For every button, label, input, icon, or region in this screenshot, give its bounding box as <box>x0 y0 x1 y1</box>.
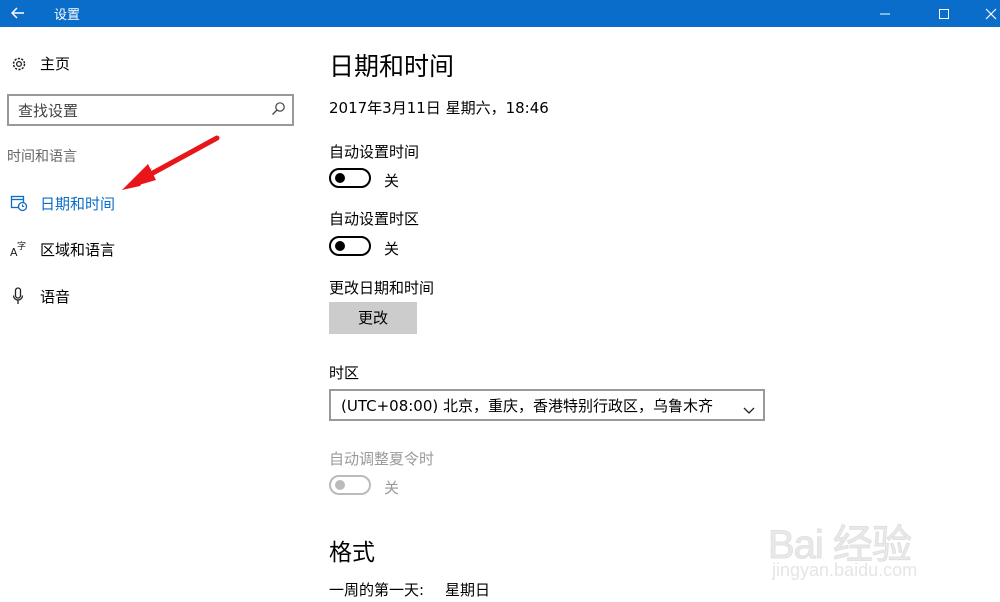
language-icon: A 字 <box>10 240 28 262</box>
sidebar-item-speech[interactable]: 语音 <box>0 276 300 316</box>
annotation-arrow-icon <box>122 135 220 190</box>
watermark-url: jingyan.baidu.com <box>772 560 918 580</box>
toggle-knob <box>335 241 345 251</box>
timezone-label: 时区 <box>329 364 360 382</box>
current-datetime: 2017年3月11日 星期六，18:46 <box>329 99 549 117</box>
auto-time-state: 关 <box>384 172 400 190</box>
back-arrow-icon <box>11 7 24 19</box>
baidu-watermark: Bai 经验 jingyan.baidu.com <box>768 498 958 588</box>
auto-timezone-state: 关 <box>384 240 400 258</box>
auto-timezone-label: 自动设置时区 <box>329 210 420 228</box>
search-icon[interactable] <box>271 101 286 120</box>
close-button[interactable] <box>968 0 1000 27</box>
close-icon <box>985 8 997 20</box>
timezone-select[interactable]: (UTC+08:00) 北京，重庆，香港特别行政区，乌鲁木齐 <box>329 389 765 421</box>
toggle-knob <box>335 480 345 490</box>
auto-time-label: 自动设置时间 <box>329 143 420 161</box>
auto-time-toggle[interactable] <box>329 168 371 188</box>
sidebar-item-label: 区域和语言 <box>40 241 116 259</box>
change-datetime-label: 更改日期和时间 <box>329 279 435 297</box>
dst-state: 关 <box>384 479 400 497</box>
page-title: 日期和时间 <box>329 52 455 81</box>
chevron-down-icon <box>743 400 755 419</box>
window-title: 设置 <box>54 8 81 23</box>
maximize-icon <box>939 9 949 19</box>
sidebar-item-region-language[interactable]: A 字 区域和语言 <box>0 229 300 269</box>
timezone-value: (UTC+08:00) 北京，重庆，香港特别行政区，乌鲁木齐 <box>341 397 714 415</box>
sidebar-home-label: 主页 <box>40 55 71 73</box>
gear-icon <box>10 55 28 77</box>
svg-text:字: 字 <box>17 240 26 252</box>
sidebar-home[interactable]: 主页 <box>0 48 300 80</box>
minimize-icon <box>880 13 890 15</box>
dst-label: 自动调整夏令时 <box>329 450 435 468</box>
auto-timezone-toggle[interactable] <box>329 236 371 256</box>
format-heading: 格式 <box>329 540 375 566</box>
title-bar: 设置 <box>0 0 1000 27</box>
sidebar-item-label: 日期和时间 <box>40 195 116 213</box>
dst-toggle[interactable] <box>329 475 371 495</box>
calendar-clock-icon <box>10 194 28 216</box>
toggle-knob <box>335 173 345 183</box>
back-button[interactable] <box>0 0 36 27</box>
first-day-label: 一周的第一天: <box>329 581 425 599</box>
search-placeholder: 查找设置 <box>18 102 79 120</box>
minimize-button[interactable] <box>862 0 908 27</box>
sidebar-section-label: 时间和语言 <box>7 149 77 165</box>
sidebar-item-label: 语音 <box>40 288 71 306</box>
maximize-button[interactable] <box>921 0 967 27</box>
search-field[interactable]: 查找设置 <box>7 94 294 126</box>
microphone-icon <box>10 287 28 309</box>
change-datetime-button[interactable]: 更改 <box>329 302 417 334</box>
first-day-value: 星期日 <box>445 581 491 599</box>
